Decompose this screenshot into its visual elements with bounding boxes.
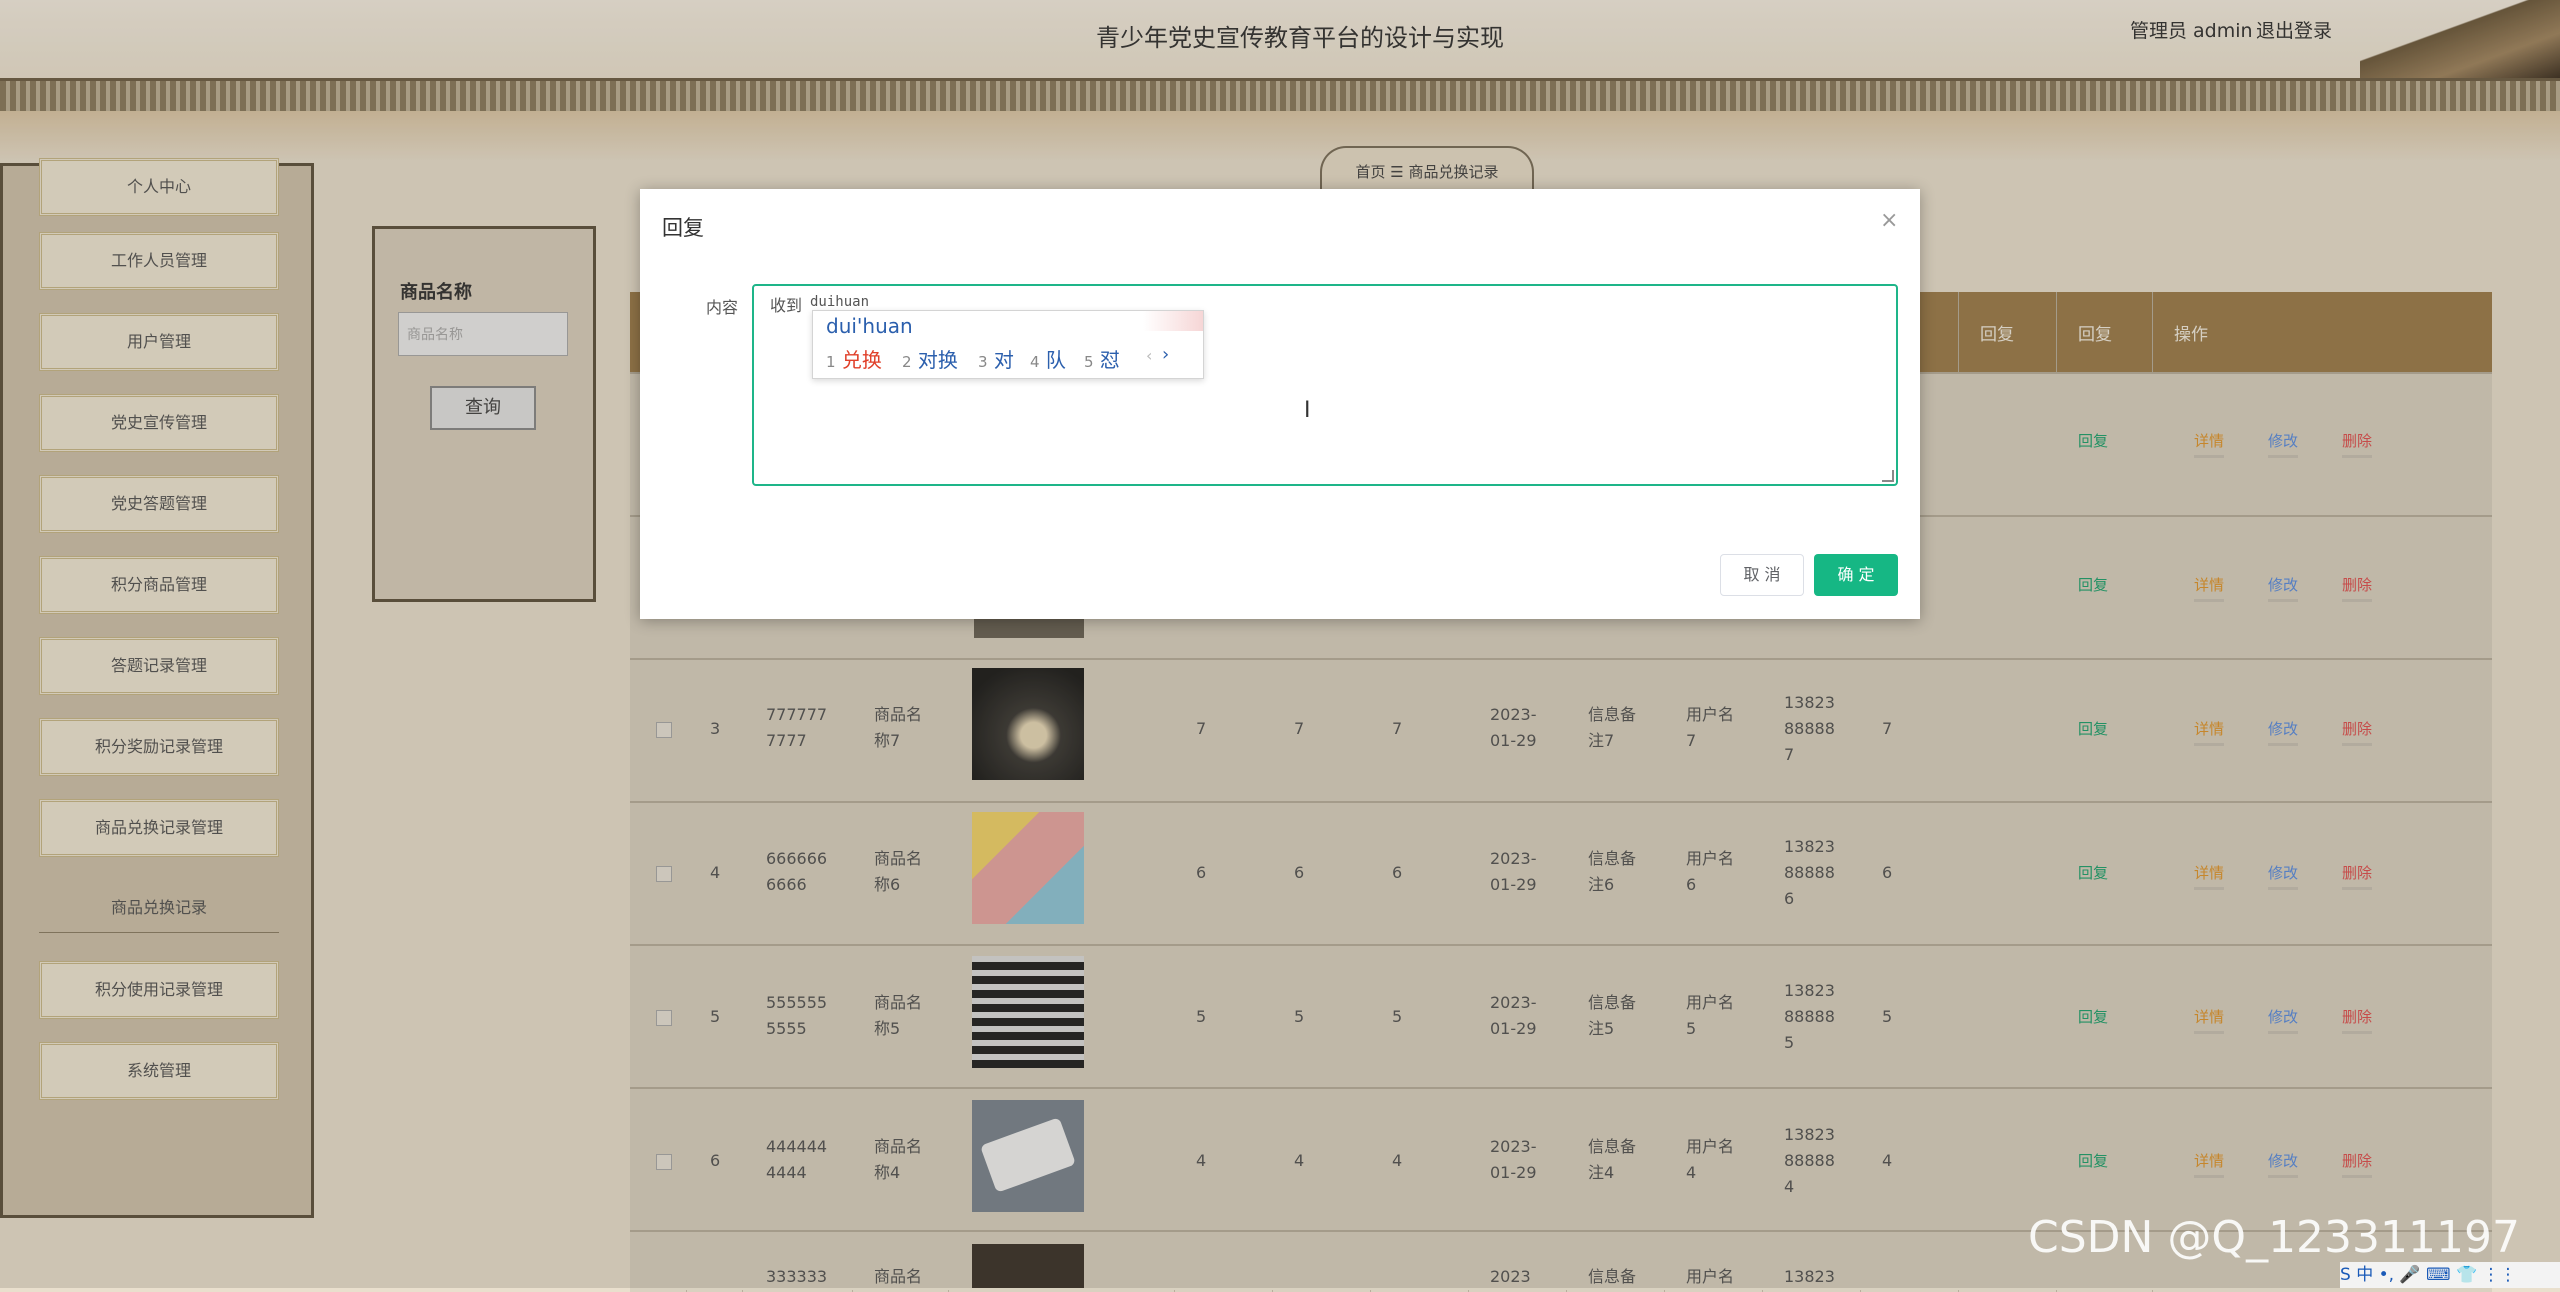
ime-candidate-text: 对换: [917, 348, 958, 372]
content-text: 收到: [770, 296, 803, 315]
ime-candidate-number: 3: [978, 353, 988, 371]
pinyin-composition: duihuan: [810, 294, 870, 310]
resize-handle-icon[interactable]: [1882, 470, 1894, 482]
dialog-title: 回复: [662, 216, 704, 240]
ime-candidate-number: 2: [902, 353, 912, 371]
ime-next-page-icon[interactable]: ›: [1162, 344, 1169, 365]
ime-skin-decor: [1143, 311, 1203, 331]
ime-candidate-text: 兑换: [841, 348, 882, 372]
confirm-button[interactable]: 确 定: [1814, 554, 1898, 596]
ime-prev-page-icon[interactable]: ‹: [1146, 346, 1152, 365]
ime-candidate-number: 5: [1084, 353, 1094, 371]
ime-candidate-number: 1: [826, 353, 836, 371]
ime-candidate-text: 队: [1045, 348, 1066, 372]
watermark: CSDN @Q_123311197: [2028, 1212, 2521, 1263]
close-icon[interactable]: ×: [1880, 208, 1898, 233]
ime-pinyin: dui'huan: [826, 314, 913, 338]
ime-candidate-text: 对: [993, 348, 1014, 372]
content-label: 内容: [706, 298, 739, 317]
text-cursor-icon: I: [1304, 398, 1311, 423]
ime-candidate-5[interactable]: 5 怼: [1084, 344, 1120, 373]
ime-candidate-3[interactable]: 3 对: [978, 344, 1014, 373]
cancel-button[interactable]: 取 消: [1720, 554, 1804, 596]
ime-candidate-4[interactable]: 4 队: [1030, 344, 1066, 373]
ime-toolbar[interactable]: S 中 •, 🎤 ⌨ 👕 ⋮⋮: [2340, 1262, 2560, 1288]
ime-candidate-number: 4: [1030, 353, 1040, 371]
ime-candidate-text: 怼: [1099, 348, 1120, 372]
ime-candidate-1[interactable]: 1 兑换: [826, 344, 882, 373]
ime-candidate-2[interactable]: 2 对换: [902, 344, 958, 373]
